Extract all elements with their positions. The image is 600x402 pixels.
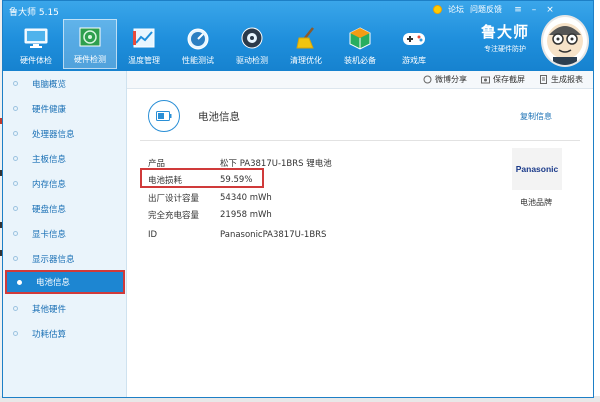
nav-essentials[interactable]: 装机必备 [333, 19, 387, 69]
sidebar-item-motherboard[interactable]: 主板信息 [3, 146, 127, 171]
nav-label: 性能测试 [182, 56, 214, 65]
coin-icon[interactable] [433, 5, 442, 14]
package-icon [345, 25, 375, 51]
sidebar-item-label: 电池信息 [36, 278, 71, 288]
info-key: 完全充电容量 [148, 211, 200, 221]
nav-label: 装机必备 [344, 56, 376, 65]
share-label: 微博分享 [435, 75, 467, 84]
sidebar-item-display[interactable]: 显示器信息 [3, 246, 127, 271]
info-key: 出厂设计容量 [148, 194, 200, 204]
info-value: 54340 mWh [220, 193, 272, 203]
panasonic-logo: Panasonic [512, 148, 562, 190]
speedometer-icon [183, 25, 213, 51]
sidebar-item-label: 显卡信息 [32, 229, 67, 240]
sidebar-item-cpu[interactable]: 处理器信息 [3, 121, 127, 146]
close-icon[interactable]: × [544, 5, 556, 15]
nav-games[interactable]: 游戏库 [387, 19, 441, 69]
brand-name: 鲁大师 [481, 23, 530, 41]
sidebar-item-other-hardware[interactable]: 其他硬件 [3, 296, 127, 321]
app-window: 鲁大师 5.15 论坛 问题反馈 ≡ – × 硬件体检 硬件检测 温度管理 性能… [2, 0, 594, 398]
copy-info-link[interactable]: 复制信息 [520, 111, 552, 122]
sidebar-item-memory[interactable]: 内存信息 [3, 171, 127, 196]
nav-driver[interactable]: 驱动检测 [225, 19, 279, 69]
gear-icon [237, 25, 267, 51]
sidebar-item-label: 其他硬件 [32, 304, 67, 315]
sidebar-item-label: 硬盘信息 [32, 204, 67, 215]
thermometer-icon [129, 25, 159, 51]
nav-label: 游戏库 [402, 56, 426, 65]
monitor-icon [21, 25, 51, 51]
content-toolbar: 微博分享 保存截屏 生成报表 [127, 71, 593, 89]
bullet-icon [13, 181, 18, 186]
bullet-icon [13, 256, 18, 261]
camera-icon [481, 76, 490, 84]
nav-hardware-checkup[interactable]: 硬件体检 [9, 19, 63, 69]
screenshot-button[interactable]: 保存截屏 [481, 74, 525, 85]
chip-icon [75, 24, 105, 50]
info-key: ID [148, 230, 158, 240]
battery-brand-caption: 电池品牌 [520, 198, 552, 207]
wear-highlight-box [140, 168, 264, 188]
nav-temperature[interactable]: 温度管理 [117, 19, 171, 69]
sidebar-item-disk[interactable]: 硬盘信息 [3, 196, 127, 221]
info-row-full-charge-capacity: 完全充电容量 21958 mWh [148, 207, 272, 223]
info-row-id: ID PanasonicPA3817U-1BRS [148, 227, 326, 243]
sidebar-item-overview[interactable]: 电脑概览 [3, 71, 127, 96]
bullet-icon [13, 81, 18, 86]
brand-block: 鲁大师 专注硬件防护 [481, 21, 529, 54]
sidebar-item-label: 显示器信息 [32, 254, 75, 265]
sidebar-item-power-estimate[interactable]: 功耗估算 [3, 321, 127, 346]
share-icon [423, 75, 432, 84]
title-bar: 鲁大师 5.15 论坛 问题反馈 ≡ – × 硬件体检 硬件检测 温度管理 性能… [3, 1, 593, 71]
bullet-icon [13, 306, 18, 311]
share-button[interactable]: 微博分享 [423, 74, 467, 85]
minimize-icon[interactable]: – [528, 5, 540, 15]
nav-hardware-detect[interactable]: 硬件检测 [63, 19, 117, 69]
bullet-icon [13, 106, 18, 111]
battery-icon [148, 100, 180, 132]
feedback-link[interactable]: 问题反馈 [470, 4, 502, 15]
window-title: 鲁大师 5.15 [9, 8, 59, 18]
broom-icon [291, 25, 321, 51]
menu-icon[interactable]: ≡ [512, 5, 524, 15]
nav-label: 温度管理 [128, 56, 160, 65]
nav-label: 清理优化 [290, 56, 322, 65]
screenshot-label: 保存截屏 [493, 75, 525, 84]
sidebar-item-label: 主板信息 [32, 154, 67, 165]
mascot-avatar[interactable] [541, 15, 589, 67]
report-label: 生成报表 [551, 75, 583, 84]
brand-slogan: 专注硬件防护 [484, 45, 526, 53]
nav-label: 硬件检测 [74, 55, 106, 64]
sidebar-item-health[interactable]: 硬件健康 [3, 96, 127, 121]
sidebar-item-label: 硬件健康 [32, 104, 67, 115]
sidebar-item-label: 处理器信息 [32, 129, 75, 140]
bullet-icon [13, 156, 18, 161]
gamepad-icon [399, 25, 429, 51]
bullet-icon [13, 206, 18, 211]
sidebar: 电脑概览 硬件健康 处理器信息 主板信息 内存信息 硬盘信息 显卡信息 显示器信… [3, 71, 127, 397]
document-icon [540, 75, 547, 84]
bullet-icon [13, 131, 18, 136]
top-links: 论坛 问题反馈 ≡ – × [433, 4, 556, 15]
sidebar-item-label: 内存信息 [32, 179, 67, 190]
info-value: PanasonicPA3817U-1BRS [220, 230, 327, 240]
main-nav: 硬件体检 硬件检测 温度管理 性能测试 驱动检测 清理优化 装机必备 游戏库 [9, 19, 441, 69]
nav-performance[interactable]: 性能测试 [171, 19, 225, 69]
sidebar-item-label: 功耗估算 [32, 329, 67, 340]
sidebar-item-gpu[interactable]: 显卡信息 [3, 221, 127, 246]
sidebar-item-battery[interactable]: 电池信息 [5, 270, 125, 294]
section-divider [140, 140, 580, 141]
nav-cleanup[interactable]: 清理优化 [279, 19, 333, 69]
sidebar-item-label: 电脑概览 [32, 79, 67, 90]
nav-label: 驱动检测 [236, 56, 268, 65]
section-title: 电池信息 [198, 111, 240, 123]
info-value: 21958 mWh [220, 210, 272, 220]
forum-link[interactable]: 论坛 [448, 4, 464, 15]
bullet-icon [13, 331, 18, 336]
info-row-design-capacity: 出厂设计容量 54340 mWh [148, 190, 272, 206]
bullet-icon [13, 231, 18, 236]
nav-label: 硬件体检 [20, 56, 52, 65]
bullet-icon [17, 279, 22, 285]
report-button[interactable]: 生成报表 [539, 74, 583, 85]
